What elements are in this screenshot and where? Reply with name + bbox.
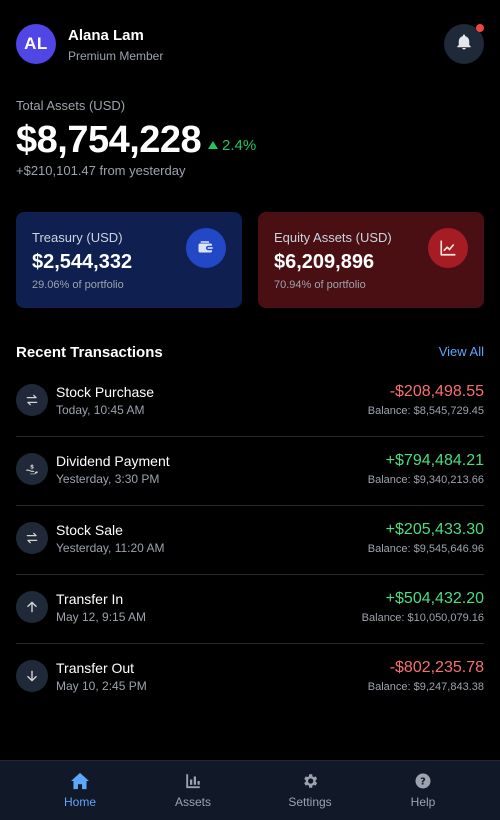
transaction-date: Today, 10:45 AM bbox=[56, 403, 145, 417]
transaction-amount: -$802,235.78 bbox=[389, 659, 484, 676]
nav-settings[interactable]: Settings bbox=[270, 771, 350, 809]
user-tier: Premium Member bbox=[68, 49, 164, 63]
view-all-link[interactable]: View All bbox=[439, 344, 484, 359]
bar-chart-icon bbox=[153, 771, 233, 791]
header: AL Alana Lam Premium Member bbox=[16, 24, 484, 64]
avatar[interactable]: AL bbox=[16, 24, 56, 64]
change-amount: +$210,101.47 from yesterday bbox=[16, 163, 186, 178]
transaction-date: Yesterday, 3:30 PM bbox=[56, 472, 160, 486]
gear-icon bbox=[270, 771, 350, 791]
transaction-name: Dividend Payment bbox=[56, 453, 170, 469]
chart-line-icon bbox=[428, 228, 468, 268]
arrow-up-icon bbox=[16, 591, 48, 623]
unread-badge bbox=[476, 24, 484, 32]
user-name: Alana Lam bbox=[68, 27, 144, 44]
change-percent: 2.4% bbox=[222, 136, 257, 154]
transaction-amount: -$208,498.55 bbox=[389, 383, 484, 400]
transaction-row[interactable]: $ Dividend Payment Yesterday, 3:30 PM +$… bbox=[16, 437, 484, 506]
transaction-amount: +$794,484.21 bbox=[385, 452, 484, 469]
total-assets-label: Total Assets (USD) bbox=[16, 98, 126, 113]
transaction-date: May 12, 9:15 AM bbox=[56, 610, 147, 624]
nav-home[interactable]: Home bbox=[40, 771, 120, 809]
exchange-icon bbox=[16, 384, 48, 416]
notifications-button[interactable] bbox=[444, 24, 484, 64]
nav-label: Help bbox=[410, 795, 436, 809]
wallet-icon bbox=[186, 228, 226, 268]
nav-help[interactable]: ? Help bbox=[383, 771, 463, 809]
transaction-balance: Balance: $9,340,213.66 bbox=[367, 474, 484, 486]
svg-text:?: ? bbox=[420, 776, 426, 787]
transaction-name: Transfer In bbox=[56, 591, 124, 607]
transaction-date: Yesterday, 11:20 AM bbox=[56, 541, 165, 555]
exchange-icon bbox=[16, 522, 48, 554]
help-icon: ? bbox=[383, 771, 463, 791]
transaction-balance: Balance: $8,545,729.45 bbox=[367, 405, 484, 417]
transaction-name: Stock Purchase bbox=[56, 384, 155, 400]
home-icon bbox=[40, 771, 120, 791]
card-portfolio-share: 70.94% of portfolio bbox=[274, 279, 366, 291]
transaction-balance: Balance: $9,545,646.96 bbox=[367, 543, 484, 555]
transaction-amount: +$504,432.20 bbox=[385, 590, 484, 607]
triangle-up-icon bbox=[208, 136, 218, 154]
transaction-balance: Balance: $10,050,079.16 bbox=[361, 612, 484, 624]
nav-label: Home bbox=[63, 795, 96, 809]
treasury-card[interactable]: Treasury (USD) $2,544,332 29.06% of port… bbox=[16, 212, 242, 308]
transaction-row[interactable]: Transfer Out May 10, 2:45 PM -$802,235.7… bbox=[16, 644, 484, 713]
transaction-date: May 10, 2:45 PM bbox=[56, 679, 147, 693]
transaction-amount: +$205,433.30 bbox=[385, 521, 484, 538]
svg-text:$: $ bbox=[30, 464, 34, 470]
total-assets-value: $8,754,228 bbox=[16, 119, 202, 161]
nav-label: Settings bbox=[288, 795, 332, 809]
arrow-down-icon bbox=[16, 660, 48, 692]
bell-icon bbox=[455, 33, 473, 56]
transaction-row[interactable]: Transfer In May 12, 9:15 AM +$504,432.20… bbox=[16, 575, 484, 644]
transaction-name: Stock Sale bbox=[56, 522, 123, 538]
recent-transactions-title: Recent Transactions bbox=[16, 344, 163, 361]
transactions-list: Stock Purchase Today, 10:45 AM -$208,498… bbox=[16, 368, 484, 713]
nav-label: Assets bbox=[174, 795, 211, 809]
equity-card[interactable]: Equity Assets (USD) $6,209,896 70.94% of… bbox=[258, 212, 484, 308]
transaction-row[interactable]: Stock Purchase Today, 10:45 AM -$208,498… bbox=[16, 368, 484, 437]
transaction-name: Transfer Out bbox=[56, 660, 135, 676]
card-portfolio-share: 29.06% of portfolio bbox=[32, 279, 124, 291]
transaction-balance: Balance: $9,247,843.38 bbox=[367, 681, 484, 693]
daily-change: 2.4% bbox=[208, 136, 256, 154]
transaction-row[interactable]: Stock Sale Yesterday, 11:20 AM +$205,433… bbox=[16, 506, 484, 575]
bottom-nav: Home Assets Settings ? Help bbox=[0, 760, 500, 820]
nav-assets[interactable]: Assets bbox=[153, 771, 233, 809]
hand-dollar-icon: $ bbox=[16, 453, 48, 485]
